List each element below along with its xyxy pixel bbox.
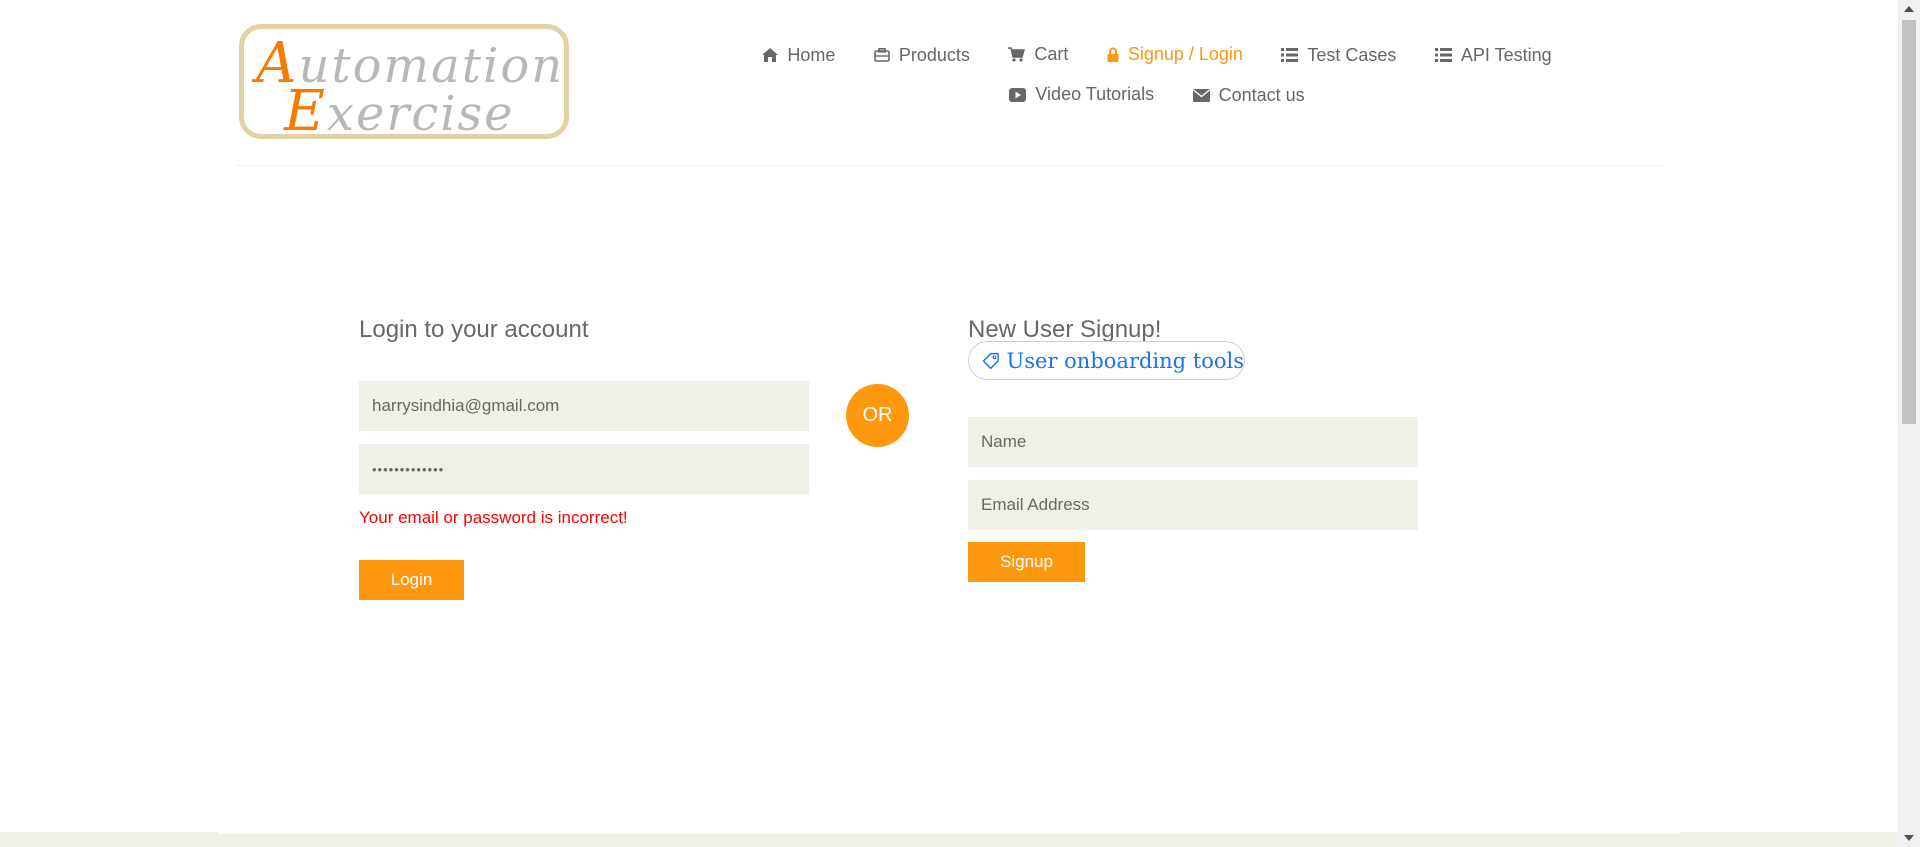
nav-api-testing[interactable]: API Testing <box>1434 37 1552 74</box>
signup-name-field[interactable] <box>968 417 1418 467</box>
site-logo[interactable]: Automation Exercise <box>239 24 569 144</box>
signup-button[interactable]: Signup <box>968 542 1085 582</box>
nav-test-cases[interactable]: Test Cases <box>1281 37 1396 74</box>
site-header: Automation Exercise Home Products Cart S… <box>237 0 1662 166</box>
envelope-icon <box>1192 88 1210 102</box>
list-icon <box>1281 48 1299 62</box>
nav-cart[interactable]: Cart <box>1008 36 1068 73</box>
footer-strip <box>0 832 1898 847</box>
signup-email-field[interactable] <box>968 480 1418 530</box>
login-button[interactable]: Login <box>359 560 464 600</box>
scrollbar-thumb[interactable] <box>1902 20 1916 424</box>
briefcase-icon <box>874 48 890 62</box>
scroll-down-arrow-icon[interactable] <box>1904 835 1914 841</box>
user-onboarding-tools-badge[interactable]: User onboarding tools <box>968 341 1245 380</box>
login-email-field[interactable] <box>359 381 809 431</box>
nav-contact-us[interactable]: Contact us <box>1192 77 1305 114</box>
or-divider: OR <box>846 384 909 447</box>
home-icon <box>762 48 779 62</box>
lock-icon <box>1107 47 1119 62</box>
nav-video-tutorials[interactable]: Video Tutorials <box>1009 76 1154 113</box>
list-icon <box>1434 48 1452 62</box>
nav-signup-login[interactable]: Signup / Login <box>1107 36 1243 73</box>
cart-icon <box>1008 47 1026 62</box>
footer-strip-gap <box>218 832 1680 834</box>
login-password-field[interactable] <box>359 444 809 494</box>
tag-icon <box>982 352 999 369</box>
logo-line-2: Exercise <box>284 79 515 144</box>
vertical-scrollbar[interactable] <box>1898 0 1920 847</box>
main-nav: Home Products Cart Signup / Login Test C… <box>737 36 1577 116</box>
login-title: Login to your account <box>359 316 589 343</box>
nav-home[interactable]: Home <box>762 37 835 74</box>
page: Automation Exercise Home Products Cart S… <box>0 0 1920 847</box>
youtube-play-icon <box>1009 87 1027 102</box>
nav-products[interactable]: Products <box>874 37 970 74</box>
signup-title: New User Signup! <box>968 316 1162 343</box>
login-error-message: Your email or password is incorrect! <box>359 508 628 527</box>
scroll-up-arrow-icon[interactable] <box>1904 6 1914 12</box>
